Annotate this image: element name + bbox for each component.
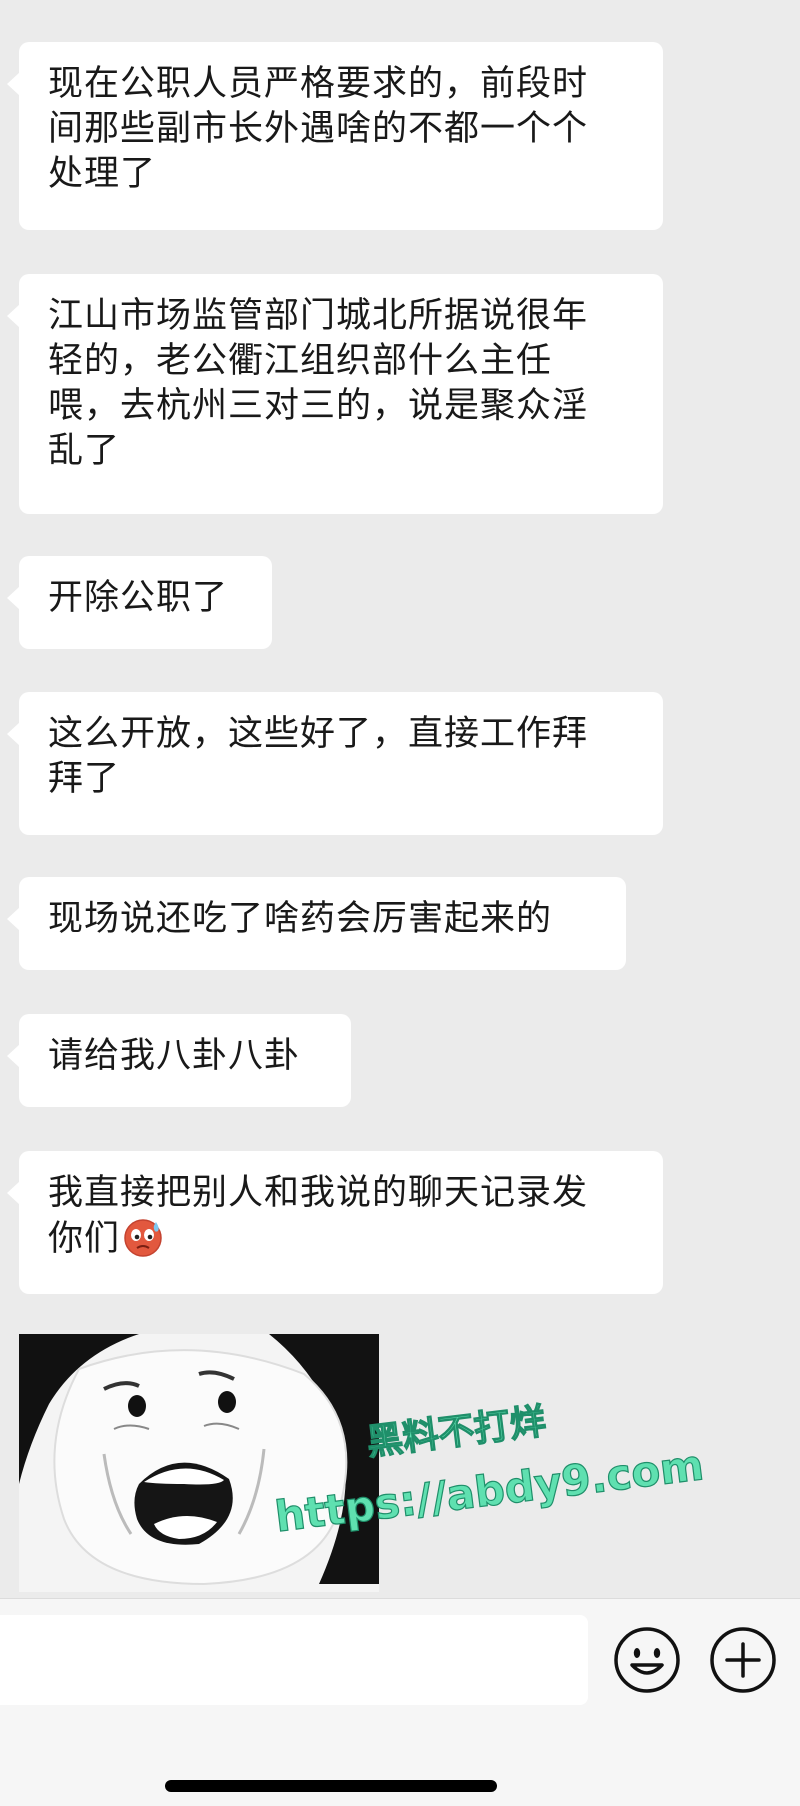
message-text-line: 间那些副市长外遇啥的不都一个个 [48, 109, 589, 149]
message-input[interactable] [0, 1615, 588, 1705]
input-bar [0, 1598, 800, 1806]
panda-meme-icon [19, 1334, 379, 1592]
message-text-line: 这么开放，这些好了，直接工作拜 [48, 714, 589, 754]
message-bubble[interactable]: 我直接把别人和我说的聊天记录发 你们 [7, 1151, 663, 1294]
message-bubble[interactable]: 这么开放，这些好了，直接工作拜 拜了 [7, 692, 663, 835]
message-text-line: 现场说还吃了啥药会厉害起来的 [48, 899, 553, 939]
message-text-line: 请给我八卦八卦 [48, 1036, 301, 1076]
panda-meme-sticker[interactable] [19, 1334, 379, 1592]
message-text-line: 现在公职人员严格要求的，前段时 [48, 64, 589, 104]
message-bubble[interactable]: 现在公职人员严格要求的，前段时 间那些副市长外遇啥的不都一个个 处理了 [7, 42, 663, 230]
message-text-line: 江山市场监管部门城北所据说很年 [48, 296, 589, 336]
message-text: 你们 [48, 1219, 121, 1259]
smiley-icon[interactable] [612, 1625, 682, 1695]
message-text-line: 乱了 [48, 431, 121, 471]
message-text-line: 开除公职了 [48, 578, 229, 618]
message-bubble[interactable]: 请给我八卦八卦 [7, 1014, 351, 1107]
message-bubble[interactable]: 现场说还吃了啥药会厉害起来的 [7, 877, 626, 970]
chat-area[interactable]: 现在公职人员严格要求的，前段时 间那些副市长外遇啥的不都一个个 处理了 江山市场… [0, 0, 800, 1598]
message-bubble[interactable]: 江山市场监管部门城北所据说很年 轻的，老公衢江组织部什么主任 喂，去杭州三对三的… [7, 274, 663, 514]
message-text-line: 我直接把别人和我说的聊天记录发 [48, 1173, 589, 1213]
plus-circle-icon[interactable] [708, 1625, 778, 1695]
message-bubble[interactable]: 开除公职了 [7, 556, 272, 649]
watermark-title: 黑料不打烊 [365, 1401, 549, 1464]
message-text-line: 轻的，老公衢江组织部什么主任 [48, 341, 553, 381]
message-text-line: 处理了 [48, 154, 157, 194]
home-indicator[interactable] [165, 1780, 497, 1792]
message-text-line: 喂，去杭州三对三的，说是聚众淫 [48, 386, 589, 426]
message-text-line: 拜了 [48, 759, 121, 799]
message-text-line: 你们 [48, 1216, 634, 1262]
sweating-face-emoji [124, 1219, 162, 1257]
